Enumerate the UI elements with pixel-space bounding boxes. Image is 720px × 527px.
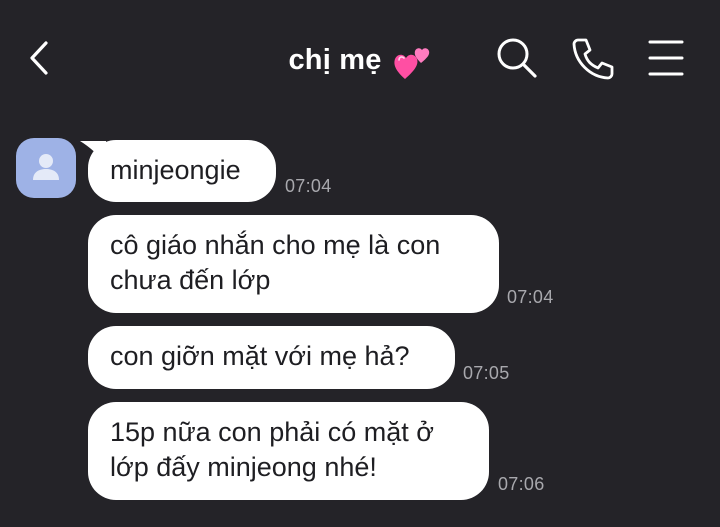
- call-button[interactable]: [570, 36, 616, 80]
- phone-icon: [572, 38, 614, 80]
- chat-title[interactable]: chị mẹ: [250, 38, 470, 82]
- message-bubble[interactable]: cô giáo nhắn cho mẹ là con chưa đến lớp: [88, 215, 499, 313]
- message-text: cô giáo nhắn cho mẹ là con chưa đến lớp: [110, 230, 441, 295]
- menu-icon: [648, 40, 684, 76]
- contact-avatar[interactable]: [16, 138, 76, 198]
- two-hearts-icon: [393, 47, 429, 79]
- message-text: minjeongie: [110, 155, 241, 185]
- message-bubble[interactable]: minjeongie: [88, 140, 276, 202]
- search-button[interactable]: [495, 36, 539, 80]
- message-time: 07:06: [498, 474, 545, 494]
- message-bubble[interactable]: con giỡn mặt với mẹ hả?: [88, 326, 455, 389]
- message-time: 07:05: [463, 363, 510, 383]
- user-silhouette-icon: [33, 154, 59, 180]
- back-button[interactable]: [22, 38, 58, 78]
- menu-button[interactable]: [646, 38, 686, 78]
- chat-header: chị mẹ: [0, 0, 720, 118]
- message-text: con giỡn mặt với mẹ hả?: [110, 341, 410, 371]
- search-icon: [497, 38, 537, 78]
- contact-name: chị mẹ: [288, 44, 382, 76]
- message-time: 07:04: [507, 287, 554, 307]
- back-arrow-icon: [30, 41, 48, 75]
- message-time: 07:04: [285, 176, 332, 196]
- message-text: 15p nữa con phải có mặt ở lớp đấy minjeo…: [110, 417, 434, 482]
- message-bubble[interactable]: 15p nữa con phải có mặt ở lớp đấy minjeo…: [88, 402, 489, 500]
